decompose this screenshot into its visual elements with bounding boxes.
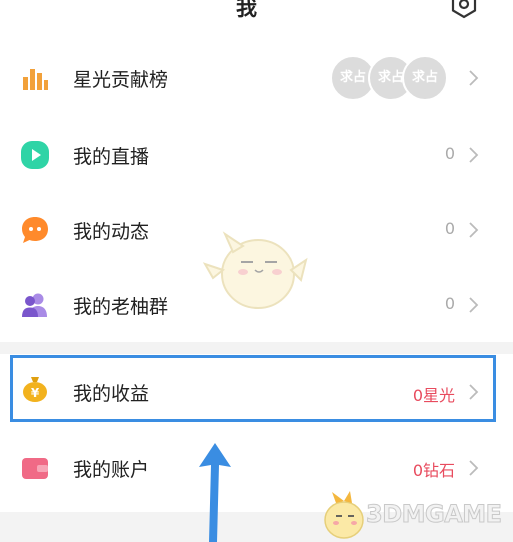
menu-value: 0 (444, 144, 455, 163)
highlight-box (10, 355, 496, 422)
chat-bubble-icon (22, 217, 48, 243)
contributor-avatar: 求占 (402, 55, 448, 101)
section-divider (0, 342, 513, 354)
chevron-right-icon (469, 460, 479, 476)
bar-chart-icon (23, 69, 48, 90)
settings-icon[interactable] (448, 0, 480, 20)
watermark-bird-icon (324, 491, 364, 539)
menu-item-live[interactable]: 我的直播 0 (0, 117, 513, 192)
menu-label: 我的老柚群 (73, 296, 169, 318)
chevron-right-icon (469, 70, 479, 86)
menu-item-contribution[interactable]: 星光贡献榜 求占 求占 求占 (0, 40, 513, 115)
top-bar: 我 (0, 0, 513, 30)
menu-label: 我的直播 (73, 146, 150, 168)
menu-label: 我的账户 (73, 459, 150, 481)
group-icon (22, 293, 47, 317)
menu-label: 我的动态 (73, 221, 150, 243)
menu-label: 星光贡献榜 (73, 69, 169, 91)
watermark-text: 3DMGAME (366, 500, 503, 529)
chevron-right-icon (469, 297, 479, 313)
menu-value: 0 (444, 294, 455, 313)
mascot-watermark-icon (203, 231, 308, 309)
play-icon (21, 141, 49, 169)
top-contributors: 求占 求占 求占 (330, 55, 450, 101)
watermark: 3DMGAME (318, 488, 508, 542)
chevron-right-icon (469, 147, 479, 163)
wallet-icon (22, 458, 48, 479)
page-title: 我 (236, 0, 257, 20)
up-arrow-annotation-icon (199, 443, 231, 542)
chevron-right-icon (469, 222, 479, 238)
menu-value: 0钻石 (412, 461, 455, 480)
menu-value: 0 (444, 219, 455, 238)
